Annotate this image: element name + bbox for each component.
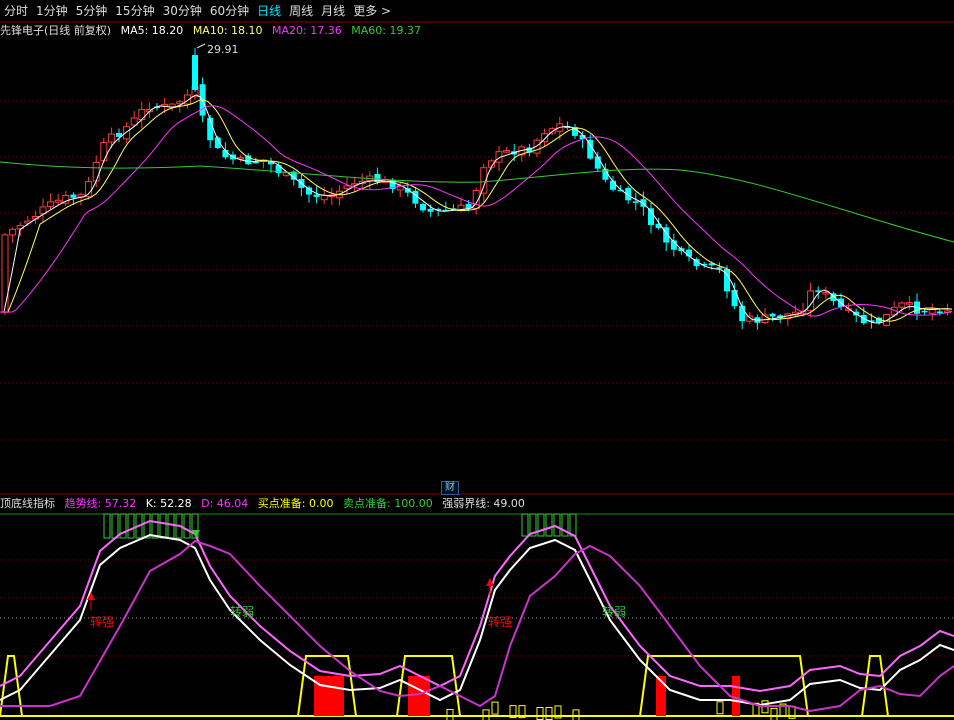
volume-stub bbox=[482, 709, 490, 720]
candle-body bbox=[548, 128, 556, 134]
candle-body bbox=[905, 302, 913, 305]
label-turn-strong: 转强 bbox=[90, 614, 114, 629]
candle-body bbox=[769, 313, 776, 317]
top-zone-bar bbox=[159, 513, 167, 539]
candle-body bbox=[47, 201, 55, 208]
d-value: D: 46.04 bbox=[201, 497, 249, 510]
candle-body bbox=[138, 109, 146, 121]
label-turn-weak: 转弱 bbox=[230, 604, 254, 619]
volume-stub bbox=[572, 709, 580, 720]
stock-chart[interactable]: 29.91 转强 转强 转弱 转弱 bbox=[0, 0, 954, 720]
top-zone-bar bbox=[167, 513, 175, 539]
candle-body bbox=[176, 101, 184, 105]
high-candle bbox=[192, 55, 198, 90]
sell-bar bbox=[408, 676, 430, 716]
k-line bbox=[0, 533, 954, 707]
trend-line bbox=[0, 519, 954, 693]
label-turn-strong: 转强 bbox=[488, 614, 512, 629]
top-zone-bar bbox=[111, 513, 119, 539]
candle-body bbox=[130, 117, 138, 126]
indicator-legend: 顶底线指标 趋势线: 57.32 K: 52.28 D: 46.04 买点准备:… bbox=[0, 496, 531, 512]
sell-prep-value: 卖点准备: 100.00 bbox=[343, 497, 433, 510]
buy-prep-value: 买点准备: 0.00 bbox=[257, 497, 334, 510]
candle-body bbox=[587, 139, 594, 159]
high-pointer bbox=[196, 43, 206, 49]
trend-value: 趋势线: 57.32 bbox=[64, 497, 137, 510]
candle-body bbox=[632, 201, 639, 203]
candle-body bbox=[936, 311, 943, 314]
top-zone-bar bbox=[537, 513, 545, 537]
sell-bar bbox=[732, 676, 740, 716]
top-zone-bar bbox=[103, 513, 111, 539]
volume-stub bbox=[491, 701, 499, 715]
candle-body bbox=[746, 315, 754, 322]
top-zone-bar bbox=[127, 513, 135, 539]
candle-body bbox=[716, 267, 723, 269]
k-value: K: 52.28 bbox=[145, 497, 192, 510]
d-line bbox=[0, 539, 954, 713]
candle-body bbox=[252, 161, 259, 164]
boundary-value: 强弱界线: 49.00 bbox=[442, 497, 525, 510]
finance-marker[interactable]: 财 bbox=[441, 481, 459, 495]
candle-body bbox=[420, 204, 426, 211]
top-zone-bar bbox=[569, 513, 577, 537]
candle-body bbox=[9, 228, 17, 236]
candle-body bbox=[54, 199, 62, 203]
candle-body bbox=[427, 208, 434, 212]
candle-body bbox=[921, 310, 928, 313]
indicator-name[interactable]: 顶底线指标 bbox=[0, 497, 55, 510]
label-turn-weak: 转弱 bbox=[602, 604, 626, 619]
volume-stub bbox=[446, 708, 454, 720]
candle-body bbox=[70, 194, 77, 198]
candle-body bbox=[1, 234, 9, 313]
volume-stub bbox=[536, 707, 544, 720]
volume-stub bbox=[716, 701, 724, 715]
candle-body bbox=[92, 161, 100, 182]
high-price-label: 29.91 bbox=[207, 43, 239, 56]
candle-body bbox=[731, 289, 738, 307]
candle-body bbox=[594, 156, 601, 169]
volume-stub bbox=[770, 707, 778, 720]
candle-body bbox=[822, 292, 830, 295]
candle-body bbox=[100, 142, 108, 162]
candle-body bbox=[648, 208, 654, 225]
candle-body bbox=[313, 194, 320, 197]
top-zone-bar bbox=[521, 513, 529, 537]
top-zone-bar bbox=[151, 513, 159, 539]
candle-body bbox=[123, 126, 131, 140]
top-zone-bar bbox=[183, 513, 191, 539]
candle-body bbox=[503, 150, 511, 153]
candle-body bbox=[107, 133, 115, 143]
candle-body bbox=[898, 302, 906, 308]
top-zone-bar bbox=[545, 513, 553, 537]
volume-stub bbox=[545, 706, 553, 720]
sell-bar bbox=[314, 676, 344, 716]
candle-body bbox=[343, 185, 351, 190]
